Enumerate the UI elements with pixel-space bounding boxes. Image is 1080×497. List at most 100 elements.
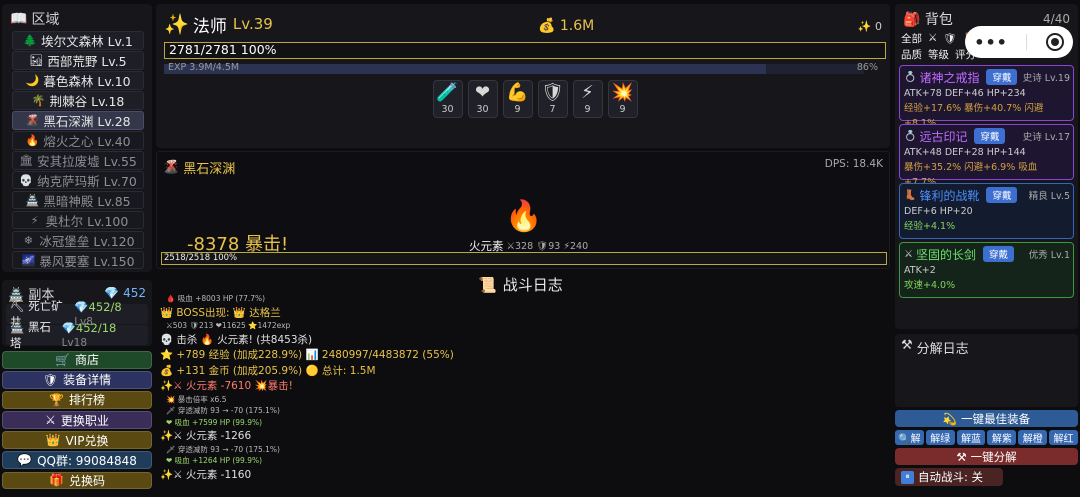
hero-hp-text: 2781/2781 100% xyxy=(169,42,277,57)
bag-item-card[interactable]: 👢 锋利的战靴 穿戴 精良 Lv.5 DEF+6 HP+20 经验+4.1% xyxy=(899,183,1074,239)
decompose-chip[interactable]: 解橙 xyxy=(1018,430,1048,445)
backpack-icon: 🎒 xyxy=(903,12,921,28)
bag-item-card[interactable]: 💍 远古印记 穿戴 史诗 Lv.17 ATK+48 DEF+28 HP+144 暴伤+35… xyxy=(899,124,1074,188)
zone-panel: 📖 区域 🌲 埃尔文森林 Lv.1 🏜 西部荒野 Lv.5 🌙 暮色森林 Lv.10 🌴 荆棘… xyxy=(2,4,152,272)
auto-battle-toggle[interactable]: ⏸ 自动战斗: 关 xyxy=(895,468,1003,486)
battle-zone-name: 黑石深渊 xyxy=(183,162,236,177)
zone-icon: ❄ xyxy=(23,233,33,247)
skill-slot[interactable]: 💥 9 xyxy=(607,80,638,118)
skill-slot[interactable]: 💪 9 xyxy=(502,80,533,118)
zone-item[interactable]: 🌋 黑石深渊 Lv.28 xyxy=(12,110,144,130)
menu-button[interactable]: 🏆 排行榜 xyxy=(2,391,152,409)
zone-item[interactable]: ❄ 冰冠堡垒 Lv.120 xyxy=(12,230,144,250)
gem-count-value: 452 xyxy=(123,286,146,300)
right-panel: 🎒 背包 4/40 全部⚔🛡👢 品质等级评分 ••• 💍诸神之戒指穿戴史诗 Lv… xyxy=(895,4,1078,486)
zone-label: 荆棘谷 Lv.18 xyxy=(49,93,125,109)
item-stats: ATK+78 DEF+46 HP+234 xyxy=(904,88,1026,99)
pause-icon: ⏸ xyxy=(901,470,914,484)
zone-item[interactable]: 🏯 黑暗神殿 Lv.85 xyxy=(12,190,144,210)
bag-filter[interactable]: 全部 xyxy=(901,31,922,46)
hero-level: Lv.39 xyxy=(232,15,273,33)
log-line: 🩸 吸血 +8003 HP (77.7%) xyxy=(166,294,266,304)
equip-button[interactable]: 穿戴 xyxy=(986,69,1018,85)
combat-log[interactable]: 🩸 吸血 +8003 HP (77.7%) 👑 BOSS出现: 👑 达格兰 ⚔503… xyxy=(160,293,590,493)
scroll-icon: 📜 xyxy=(478,275,497,294)
zone-icon: ⚡ xyxy=(30,213,39,227)
menu-icon: 💬 xyxy=(17,453,33,468)
close-miniprogram-icon[interactable] xyxy=(1045,33,1064,51)
bag-sort[interactable]: 品质 xyxy=(901,47,922,62)
zone-icon: 💀 xyxy=(19,173,33,187)
dungeon-cost: 💎452/8 xyxy=(74,300,122,314)
menu-icon: 🛡 xyxy=(42,372,59,387)
more-options-icon[interactable]: ••• xyxy=(974,33,1008,52)
item-quality: 精良 Lv.5 xyxy=(1028,191,1070,202)
item-quality: 史诗 Lv.17 xyxy=(1022,132,1070,143)
item-stats: 暴伤+35.2% 闪避+6.9% 吸血+7.7% xyxy=(904,162,1038,188)
menu-button[interactable]: 🎁 兑换码 xyxy=(2,471,152,490)
bag-item-card[interactable]: 💍 诸神之戒指 穿戴 史诗 Lv.19 ATK+78 DEF+46 HP+234 经验+1… xyxy=(899,65,1074,129)
bag-filter[interactable]: 🛡 xyxy=(943,32,956,45)
menu-button[interactable]: 🛒 商店 xyxy=(2,351,152,369)
heart-icon: ❤ xyxy=(474,82,491,103)
zone-icon: 🔥 xyxy=(25,133,40,147)
bag-item-card[interactable]: ⚔ 坚固的长剑 穿戴 优秀 Lv.1 ATK+2 攻速+4.0% xyxy=(899,242,1074,298)
decompose-all-button[interactable]: ⚒ 一键分解 xyxy=(895,448,1078,465)
decompose-chip[interactable]: 解绿 xyxy=(925,430,955,445)
decompose-chip[interactable]: 解红 xyxy=(1049,430,1078,445)
log-line: 💰 +131 金币 (加成205.9%) 🟡 总计: 1.5M xyxy=(160,364,376,377)
equip-button[interactable]: 穿戴 xyxy=(974,128,1006,144)
zone-item[interactable]: 🏜 西部荒野 Lv.5 xyxy=(12,50,144,70)
fire-elemental-icon[interactable]: 🔥 xyxy=(505,199,542,234)
skill-slot[interactable]: 🛡 7 xyxy=(537,80,568,118)
gem-icon: 💎 xyxy=(104,286,120,300)
strength-icon: 💪 xyxy=(506,82,529,103)
decompose-chip[interactable]: 解紫 xyxy=(987,430,1017,445)
equip-button[interactable]: 穿戴 xyxy=(982,246,1014,262)
battle-panel: 🌋 黑石深渊 DPS: 18.4K 🔥 -8378 暴击! 火元素 ⚔328 🛡… xyxy=(156,151,890,269)
item-icon: 👢 xyxy=(904,189,917,201)
skill-slot[interactable]: ❤ 30 xyxy=(467,80,498,118)
zone-item[interactable]: 🌴 荆棘谷 Lv.18 xyxy=(12,90,144,110)
skill-slot[interactable]: 🧪 30 xyxy=(432,80,463,118)
item-stats: DEF+6 HP+20 xyxy=(904,206,973,217)
best-gear-button[interactable]: 💫 一键最佳装备 xyxy=(895,410,1078,427)
log-line: 🗡 穿透减防 93 → -70 (175.1%) xyxy=(166,444,280,454)
bag-sort[interactable]: 等级 xyxy=(928,47,949,62)
zone-item[interactable]: 🌌 暴风要塞 Lv.150 xyxy=(12,250,144,270)
menu-button[interactable]: 🛡 装备详情 xyxy=(2,371,152,389)
zone-item[interactable]: 🌲 埃尔文森林 Lv.1 xyxy=(12,31,144,50)
hero-class: 法师 xyxy=(192,16,227,37)
skill-slot[interactable]: ⚡ 9 xyxy=(572,80,603,118)
menu-button[interactable]: 💬 QQ群: 99084848 xyxy=(2,451,152,469)
exp-row: EXP 3.9M/4.5M 86% xyxy=(164,62,882,74)
hammer-icon: ⚒ xyxy=(901,338,913,353)
decompose-chip[interactable]: 🔍解 xyxy=(895,430,924,445)
zone-item[interactable]: 🌙 暮色森林 Lv.10 xyxy=(12,70,144,90)
zone-icon: 🏛 xyxy=(19,153,34,167)
sparkle-icon: ✨ xyxy=(164,12,189,36)
exp-percent: 86% xyxy=(856,62,878,73)
bag-count: 4/40 xyxy=(1043,12,1070,26)
zone-label: 埃尔文森林 Lv.1 xyxy=(41,33,133,49)
decompose-all-label: 一键分解 xyxy=(970,449,1017,464)
decompose-chip[interactable]: 解蓝 xyxy=(956,430,986,445)
bag-panel: 🎒 背包 4/40 全部⚔🛡👢 品质等级评分 ••• 💍诸神之戒指穿戴史诗 Lv… xyxy=(895,4,1078,329)
zone-item[interactable]: 🔥 熔火之心 Lv.40 xyxy=(12,130,144,150)
hero-panel: ✨ 法师 Lv.39 💰 1.6M ✨ 0 2781/2781 100% EXP… xyxy=(156,4,890,148)
zone-item[interactable]: 🏛 安其拉废墟 Lv.55 xyxy=(12,150,144,170)
zone-item[interactable]: 💀 纳克萨玛斯 Lv.70 xyxy=(12,170,144,190)
zone-icon: 🌋 xyxy=(25,113,40,127)
menu-button[interactable]: ⚔ 更换职业 xyxy=(2,411,152,429)
zone-item[interactable]: ⚡ 奥杜尔 Lv.100 xyxy=(12,210,144,230)
log-line: ✨⚔ 火元素 -1160 xyxy=(160,468,252,481)
dungeon-entry[interactable]: 🏯 黑石塔 💎452/18 Lv18 xyxy=(6,320,148,350)
zone-label: 黑石深渊 Lv.28 xyxy=(43,113,131,129)
equip-button[interactable]: 穿戴 xyxy=(986,187,1018,203)
item-stats: 攻速+4.0% xyxy=(904,280,956,291)
menu-button[interactable]: 👑 VIP兑换 xyxy=(2,431,152,449)
decompose-filter-chips: 🔍解 解绿 解蓝 解紫 解橙 解红 xyxy=(895,430,1078,445)
menu-icon: 🏆 xyxy=(49,392,64,407)
bag-filter[interactable]: ⚔ xyxy=(928,32,937,44)
dungeon-level: Lv18 xyxy=(61,337,88,349)
